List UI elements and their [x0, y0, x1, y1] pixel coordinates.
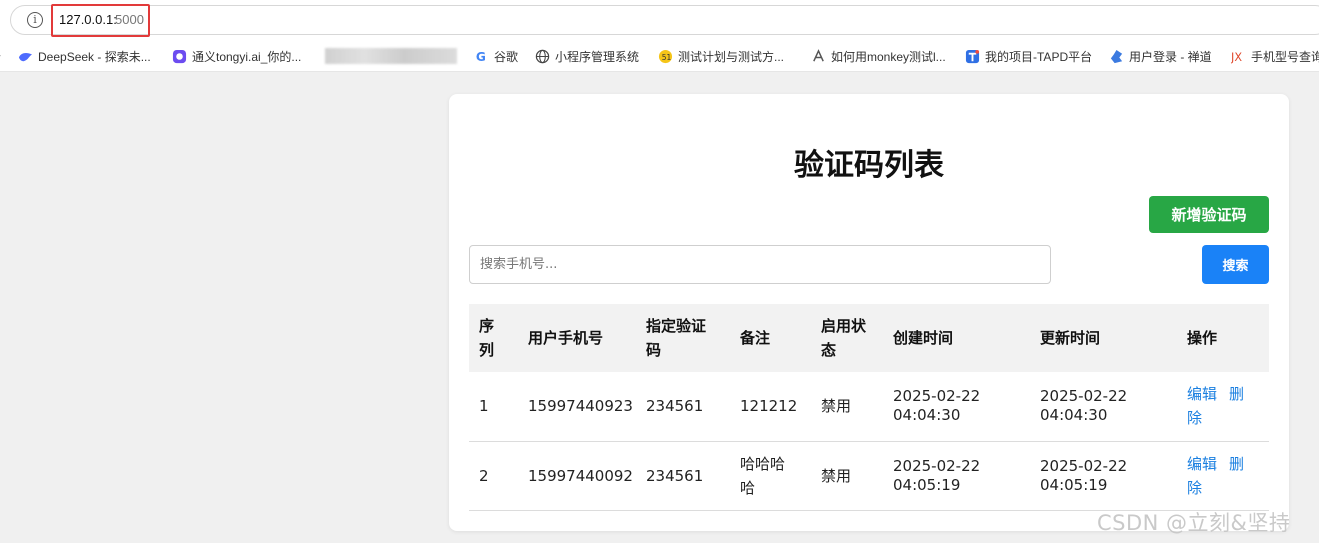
cell-status: 禁用 — [811, 372, 883, 442]
bookmark-label: 我的项目-TAPD平台 — [985, 50, 1093, 64]
cell-updated: 2025-02-22 04:05:19 — [1030, 441, 1177, 511]
bookmark-label: 小程序管理系统 — [555, 50, 640, 64]
search-button[interactable]: 搜索 — [1202, 245, 1269, 284]
cell-note: 121212 — [730, 372, 811, 442]
table-row: 1 15997440923 234561 121212 禁用 2025-02-2… — [469, 372, 1269, 442]
table-header-row: 序列 用户手机号 指定验证码 备注 启用状态 创建时间 更新时间 操作 — [469, 304, 1269, 372]
cell-created: 2025-02-22 04:05:19 — [883, 441, 1030, 511]
col-header-note: 备注 — [730, 304, 811, 372]
tongyi-icon — [172, 49, 187, 64]
cell-phone: 15997440923 — [518, 372, 636, 442]
bookmark-phone-model[interactable]: JX 手机型号查询 — [1231, 48, 1319, 66]
bookmark-testplan[interactable]: 51 测试计划与测试方... — [658, 48, 784, 66]
cell-actions: 编辑 删除 — [1177, 372, 1269, 442]
code-table: 序列 用户手机号 指定验证码 备注 启用状态 创建时间 更新时间 操作 1 15… — [469, 304, 1269, 511]
watermark: CSDN @立刻&坚持 — [1097, 511, 1291, 535]
bookmark-label: 通义tongyi.ai_你的... — [192, 50, 302, 64]
address-bar: i 127.0.0.1: 5000 — [0, 0, 1319, 40]
bookmark-label: 用户登录 - 禅道 — [1129, 50, 1212, 64]
bookmark-tongyi[interactable]: 通义tongyi.ai_你的... — [172, 48, 301, 66]
col-header-code: 指定验证码 — [636, 304, 730, 372]
url-field[interactable] — [10, 5, 1319, 35]
svg-text:JX: JX — [1231, 51, 1242, 64]
cell-phone: 15997440092 — [518, 441, 636, 511]
bookmark-tapd[interactable]: 我的项目-TAPD平台 — [965, 48, 1092, 66]
col-header-created: 创建时间 — [883, 304, 1030, 372]
jx-icon: JX — [1231, 51, 1242, 64]
col-header-updated: 更新时间 — [1030, 304, 1177, 372]
url-port: 5000 — [115, 12, 144, 27]
bookmarks-overflow-icon[interactable]: › — [0, 48, 1, 66]
site-info-icon[interactable]: i — [27, 12, 43, 28]
add-code-button[interactable]: 新增验证码 — [1149, 196, 1269, 233]
bookmark-deepseek[interactable]: DeepSeek - 探索未... — [18, 48, 151, 66]
blurred-bookmark[interactable] — [325, 48, 457, 64]
globe-icon — [535, 49, 550, 64]
col-header-index: 序列 — [469, 304, 518, 372]
bookmark-label: 如何用monkey测试l... — [831, 50, 946, 64]
url-host: 127.0.0.1: — [59, 12, 117, 27]
cell-code: 234561 — [636, 372, 730, 442]
cell-index: 2 — [469, 441, 518, 511]
cell-updated: 2025-02-22 04:04:30 — [1030, 372, 1177, 442]
cell-index: 1 — [469, 372, 518, 442]
cell-code: 234561 — [636, 441, 730, 511]
col-header-phone: 用户手机号 — [518, 304, 636, 372]
table-row: 2 15997440092 234561 哈哈哈哈 禁用 2025-02-22 … — [469, 441, 1269, 511]
cell-created: 2025-02-22 04:04:30 — [883, 372, 1030, 442]
cell-note: 哈哈哈哈 — [730, 441, 811, 511]
zentao-icon — [1110, 49, 1123, 64]
col-header-actions: 操作 — [1177, 304, 1269, 372]
cell-actions: 编辑 删除 — [1177, 441, 1269, 511]
bookmark-label: 测试计划与测试方... — [678, 50, 785, 64]
bookmark-zentao[interactable]: 用户登录 - 禅道 — [1109, 48, 1212, 66]
bookmark-google[interactable]: G 谷歌 — [474, 48, 518, 66]
svg-text:51: 51 — [662, 53, 672, 62]
deepseek-icon — [18, 53, 33, 62]
monkey-icon — [813, 49, 824, 62]
bookmark-label: 谷歌 — [494, 50, 519, 64]
yellow-badge-icon: 51 — [658, 49, 673, 64]
edit-link[interactable]: 编辑 — [1187, 455, 1217, 473]
bookmark-label: 手机型号查询 — [1251, 50, 1319, 64]
bookmark-monkey[interactable]: 如何用monkey测试l... — [811, 48, 946, 66]
edit-link[interactable]: 编辑 — [1187, 385, 1217, 403]
search-input[interactable] — [469, 245, 1051, 284]
google-icon: G — [476, 50, 486, 64]
cell-status: 禁用 — [811, 441, 883, 511]
svg-text:G: G — [476, 50, 486, 64]
page-title: 验证码列表 — [794, 148, 944, 183]
tapd-icon — [965, 49, 980, 64]
bookmark-miniprogram[interactable]: 小程序管理系统 — [535, 48, 639, 66]
bookmarks-bar: › DeepSeek - 探索未... 通义tongyi.ai_你的... G谷… — [0, 40, 1319, 72]
col-header-status: 启用状态 — [811, 304, 883, 372]
bookmark-label: DeepSeek - 探索未... — [38, 50, 151, 64]
